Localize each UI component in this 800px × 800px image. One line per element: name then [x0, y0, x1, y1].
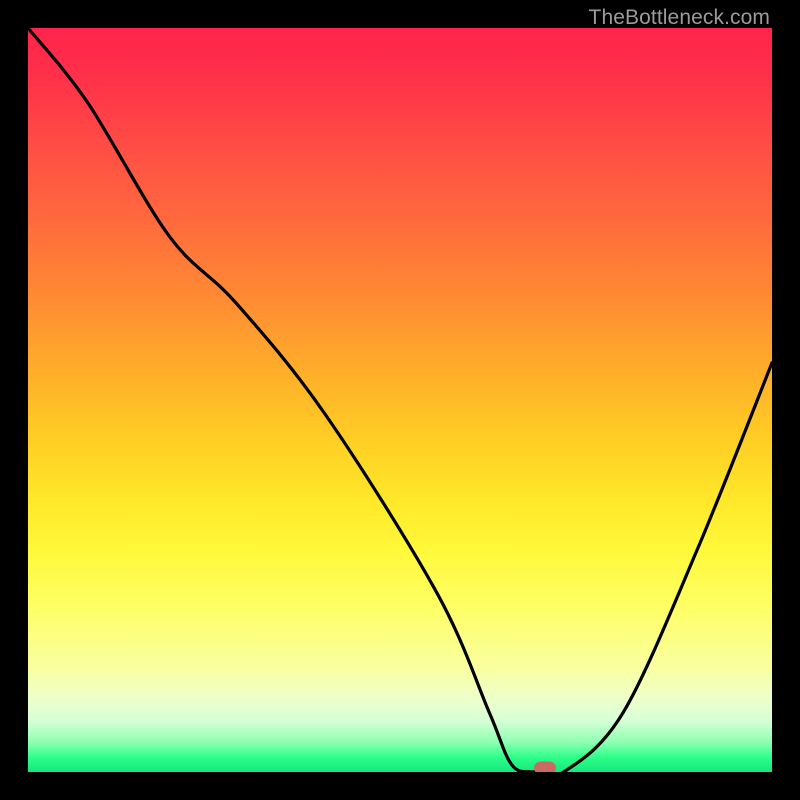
- bottleneck-curve: [28, 28, 772, 772]
- plot-area: [28, 28, 772, 772]
- minimum-marker: [534, 762, 556, 772]
- chart-stage: TheBottleneck.com: [0, 0, 800, 800]
- watermark-text: TheBottleneck.com: [589, 6, 770, 30]
